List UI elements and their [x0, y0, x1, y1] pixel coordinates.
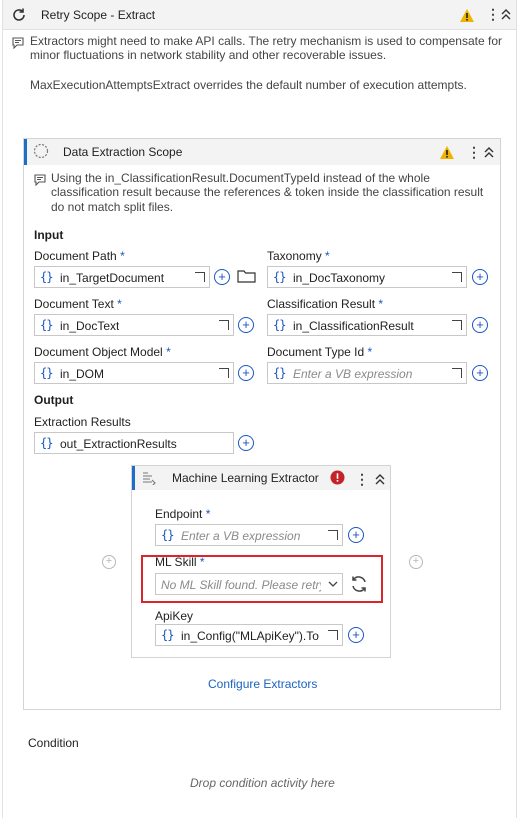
api-key-input[interactable]: {} in_Config("MLApiKey").To	[155, 624, 343, 646]
extraction-results-input[interactable]: {} out_ExtractionResults	[34, 432, 234, 454]
add-extractor-left-button[interactable]: +	[102, 555, 116, 569]
retry-scope-title: Retry Scope - Extract	[41, 8, 156, 22]
expand-icon[interactable]	[219, 368, 229, 378]
plus-icon[interactable]: +	[214, 269, 230, 285]
refresh-icon[interactable]	[348, 573, 370, 595]
api-key-label: ApiKey	[155, 609, 194, 623]
plus-icon[interactable]: +	[238, 365, 254, 381]
expand-icon[interactable]	[452, 272, 462, 282]
retry-icon	[9, 5, 29, 25]
plus-icon[interactable]: +	[472, 317, 488, 333]
collapse-icon[interactable]	[499, 6, 513, 22]
document-object-model-input[interactable]: {} in_DOM	[34, 362, 234, 384]
plus-icon[interactable]: +	[238, 317, 254, 333]
plus-icon[interactable]: +	[472, 365, 488, 381]
classification-result-label: Classification Result *	[267, 297, 384, 311]
expression-icon: {}	[161, 628, 174, 642]
expand-icon[interactable]	[219, 320, 229, 330]
extraction-results-label: Extraction Results	[34, 415, 131, 429]
annotation-line: Extractors might need to make API calls.…	[30, 34, 502, 48]
annotation-line: do not match split files.	[51, 200, 174, 214]
plus-icon[interactable]: +	[348, 627, 364, 643]
ml-skill-label: ML Skill *	[155, 555, 205, 569]
taxonomy-label: Taxonomy *	[267, 249, 330, 263]
expand-icon[interactable]	[328, 630, 338, 640]
expression-icon: {}	[161, 528, 174, 542]
scope-icon	[33, 143, 49, 159]
warning-icon[interactable]	[459, 7, 475, 23]
annotation-line: minor fluctuations in network stability …	[30, 48, 387, 62]
expand-icon[interactable]	[452, 368, 462, 378]
classification-result-input[interactable]: {} in_ClassificationResult	[267, 314, 467, 336]
more-options-icon[interactable]: ⋮	[467, 145, 481, 159]
document-text-label: Document Text *	[34, 297, 122, 311]
expression-icon: {}	[40, 436, 53, 450]
annotation-icon	[11, 36, 24, 49]
document-text-input[interactable]: {} in_DocText	[34, 314, 234, 336]
folder-icon[interactable]	[236, 268, 256, 284]
expression-icon: {}	[40, 270, 53, 284]
warning-icon[interactable]	[439, 144, 455, 160]
endpoint-input[interactable]: {} Enter a VB expression	[155, 524, 343, 546]
extractor-icon	[141, 470, 157, 486]
expand-icon[interactable]	[452, 320, 462, 330]
document-type-id-label: Document Type Id *	[267, 345, 373, 359]
more-options-icon[interactable]: ⋮	[486, 7, 500, 21]
condition-label: Condition	[28, 736, 79, 750]
ml-extractor-title: Machine Learning Extractor	[172, 471, 319, 485]
annotation-icon	[33, 173, 46, 186]
expand-icon[interactable]	[328, 530, 338, 540]
document-type-id-input[interactable]: {} Enter a VB expression	[267, 362, 467, 384]
expression-icon: {}	[40, 318, 53, 332]
taxonomy-input[interactable]: {} in_DocTaxonomy	[267, 266, 467, 288]
ml-skill-dropdown[interactable]: No ML Skill found. Please retry.	[155, 573, 343, 595]
chevron-down-icon[interactable]	[328, 579, 338, 589]
collapse-icon[interactable]	[373, 471, 387, 487]
annotation-line: Using the in_ClassificationResult.Docume…	[51, 171, 430, 185]
configure-extractors-link[interactable]: Configure Extractors	[208, 677, 317, 691]
document-path-input[interactable]: {} in_TargetDocument	[34, 266, 210, 288]
collapse-icon[interactable]	[482, 144, 496, 160]
add-extractor-right-button[interactable]: +	[409, 555, 423, 569]
input-section-title: Input	[34, 228, 64, 242]
expression-icon: {}	[273, 270, 286, 284]
error-icon[interactable]	[330, 470, 345, 485]
document-path-label: Document Path *	[34, 249, 125, 263]
document-object-model-label: Document Object Model *	[34, 345, 171, 359]
expression-icon: {}	[40, 366, 53, 380]
annotation-extra: MaxExecutionAttemptsExtract overrides th…	[30, 78, 467, 92]
more-options-icon[interactable]: ⋮	[355, 472, 369, 486]
output-section-title: Output	[34, 393, 74, 407]
plus-icon[interactable]: +	[348, 527, 364, 543]
plus-icon[interactable]: +	[472, 269, 488, 285]
expression-icon: {}	[273, 318, 286, 332]
expression-icon: {}	[273, 366, 286, 380]
plus-icon[interactable]: +	[238, 435, 254, 451]
condition-drop-zone[interactable]: Drop condition activity here	[190, 776, 335, 790]
expand-icon[interactable]	[195, 272, 205, 282]
annotation-line: classification result because the refere…	[51, 185, 484, 199]
endpoint-label: Endpoint *	[155, 507, 211, 521]
data-extraction-scope-title: Data Extraction Scope	[63, 145, 183, 159]
